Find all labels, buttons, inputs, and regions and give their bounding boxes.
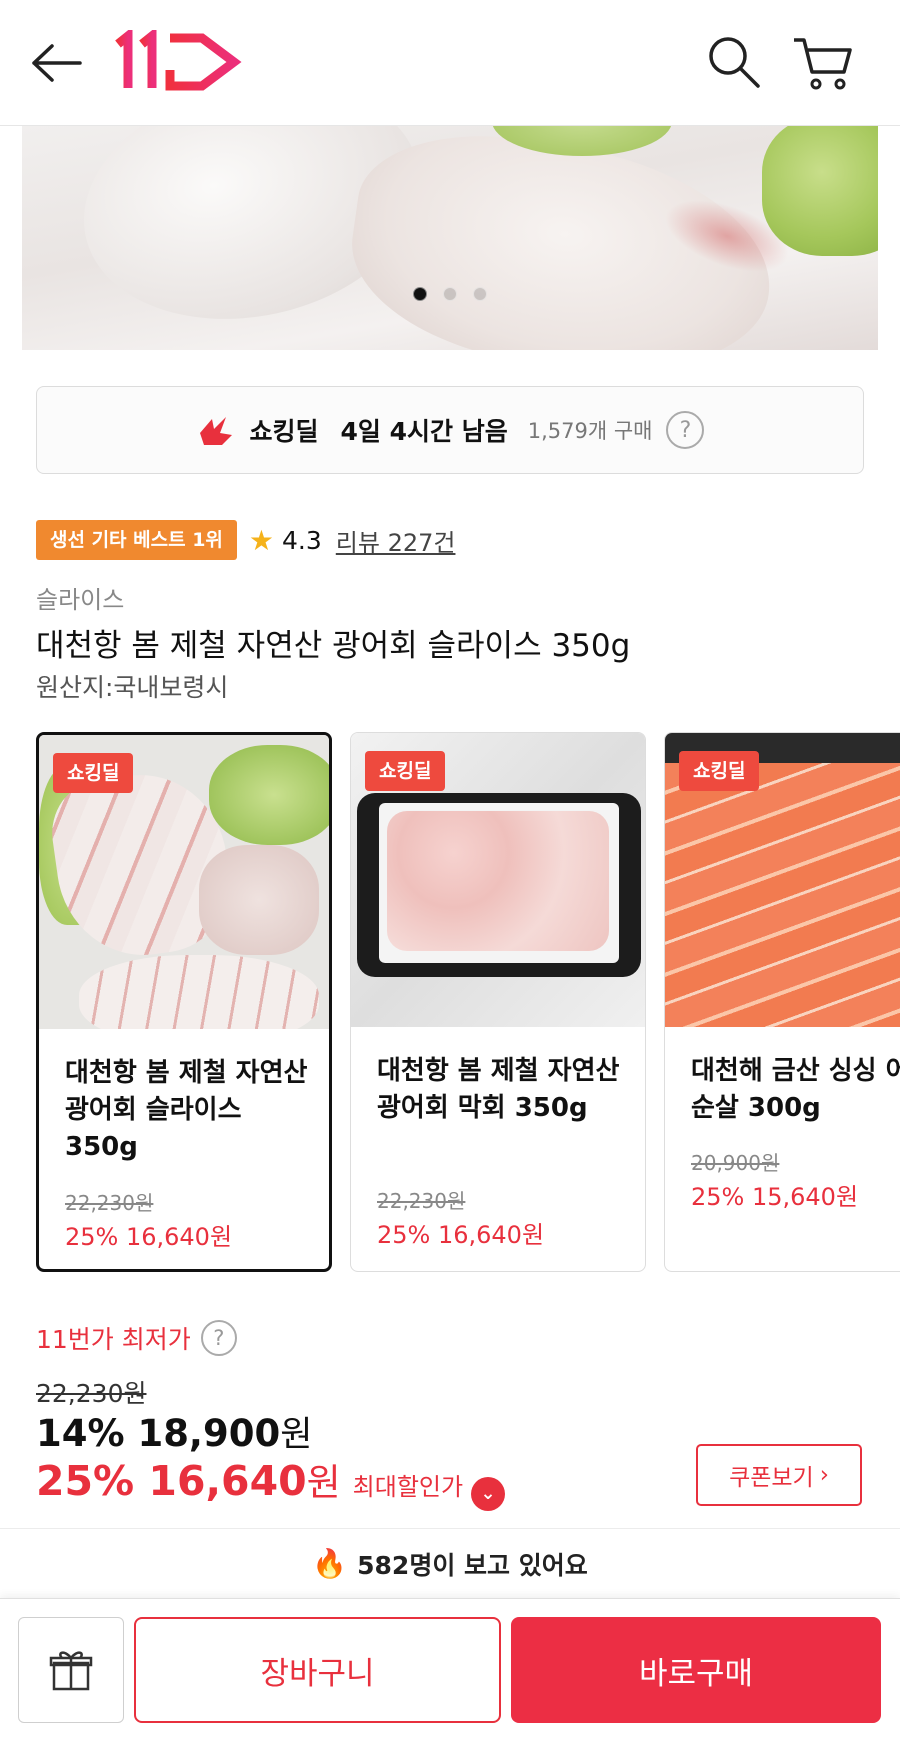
back-arrow-icon[interactable]: [28, 38, 88, 88]
max-discount-label[interactable]: 최대할인가: [353, 1467, 463, 1502]
viewers-notice: 🔥 582명이 보고 있어요: [0, 1528, 900, 1598]
product-title: 대천항 봄 제철 자연산 광어회 슬라이스 350g: [36, 628, 631, 664]
help-icon[interactable]: ?: [200, 1320, 237, 1356]
option-card[interactable]: 쇼킹딜 대천항 봄 제철 자연산 광어회 슬라이스 350g 22,230원 2…: [36, 732, 332, 1272]
option-name: 대천항 봄 제철 자연산 광어회 막회 350g: [377, 1056, 620, 1123]
app-header: [0, 0, 900, 126]
gift-icon: [49, 1651, 93, 1691]
option-name: 대천항 봄 제철 자연산 광어회 슬라이스 350g: [65, 1058, 308, 1162]
option-sale-price: 25% 16,640원: [65, 1223, 233, 1251]
deal-time-left: 4일 4시간 남음: [340, 417, 508, 446]
help-icon[interactable]: ?: [666, 411, 705, 449]
max-discount-amount: 25% 16,640: [36, 1457, 307, 1505]
carousel-dot-active[interactable]: [413, 287, 427, 301]
option-card[interactable]: 쇼킹딜 대천항 봄 제철 자연산 광어회 막회 350g 22,230원 25%…: [350, 732, 646, 1272]
product-category: 슬라이스: [36, 586, 125, 614]
sale-price-amount: 14% 18,900: [36, 1412, 281, 1455]
add-to-cart-button[interactable]: 장바구니: [134, 1617, 501, 1723]
star-icon: ★: [248, 523, 275, 557]
bottom-action-bar: 장바구니 바로구매: [0, 1598, 900, 1741]
cart-icon[interactable]: [790, 32, 856, 94]
shocking-deal-tag: 쇼킹딜: [53, 753, 134, 793]
option-original-price: 22,230원: [65, 1191, 154, 1215]
original-price: 22,230원: [36, 1379, 147, 1408]
shocking-deal-bar: 쇼킹딜 4일 4시간 남음 1,579개 구매 ?: [36, 386, 864, 474]
carousel-dot[interactable]: [443, 287, 457, 301]
coupon-button-label: 쿠폰보기: [729, 1465, 814, 1491]
carousel-indicator: [0, 286, 900, 306]
option-card-list[interactable]: 쇼킹딜 대천항 봄 제철 자연산 광어회 슬라이스 350g 22,230원 2…: [36, 732, 900, 1274]
search-icon[interactable]: [704, 32, 764, 92]
viewers-text: 582명이 보고 있어요: [357, 1550, 588, 1580]
shocking-deal-icon: [199, 417, 232, 445]
shocking-deal-tag: 쇼킹딜: [679, 751, 760, 791]
lowest-price-label: 11번가 최저가 ?: [36, 1320, 237, 1356]
product-image-carousel[interactable]: [22, 126, 878, 350]
review-link[interactable]: 리뷰 227건: [336, 523, 456, 558]
eleven-street-logo[interactable]: [112, 26, 244, 92]
fire-icon: 🔥: [312, 1547, 348, 1580]
option-name: 대천해 금산 싱싱 어회 순살 300g: [691, 1056, 900, 1123]
product-meta-row: 생선 기타 베스트 1위 ★ 4.3 리뷰 227건: [36, 520, 455, 560]
chevron-right-icon: ›: [819, 1462, 829, 1488]
option-card[interactable]: 쇼킹딜 대천해 금산 싱싱 어회 순살 300g 20,900원 25% 15,…: [664, 732, 900, 1272]
option-sale-price: 25% 16,640원: [377, 1221, 545, 1249]
product-origin: 원산지:국내보령시: [36, 673, 229, 702]
option-sale-price: 25% 15,640원: [691, 1183, 859, 1211]
gift-button[interactable]: [18, 1617, 124, 1723]
sale-price: 14% 18,900원: [36, 1406, 312, 1457]
deal-purchase-count: 1,579개 구매: [527, 419, 653, 443]
rating-value: 4.3: [282, 525, 322, 555]
currency-unit: 원: [280, 1415, 313, 1455]
coupon-view-button[interactable]: 쿠폰보기 ›: [696, 1444, 862, 1506]
chevron-down-icon[interactable]: ⌄: [471, 1476, 506, 1511]
option-original-price: 20,900원: [691, 1151, 780, 1175]
lowest-price-text: 11번가 최저가: [36, 1325, 191, 1354]
max-discount-price: 25% 16,640 원 최대할인가 ⌄: [36, 1452, 506, 1511]
currency-unit: 원: [306, 1461, 341, 1504]
price-block: 11번가 최저가 ? 22,230원 14% 18,900원 25% 16,64…: [36, 1310, 864, 1511]
option-original-price: 22,230원: [377, 1189, 466, 1213]
buy-now-button[interactable]: 바로구매: [511, 1617, 881, 1723]
deal-name: 쇼킹딜: [249, 417, 319, 446]
shocking-deal-tag: 쇼킹딜: [365, 751, 446, 791]
best-rank-badge: 생선 기타 베스트 1위: [36, 520, 237, 560]
carousel-dot[interactable]: [473, 287, 487, 301]
lettuce-image: [762, 126, 878, 256]
